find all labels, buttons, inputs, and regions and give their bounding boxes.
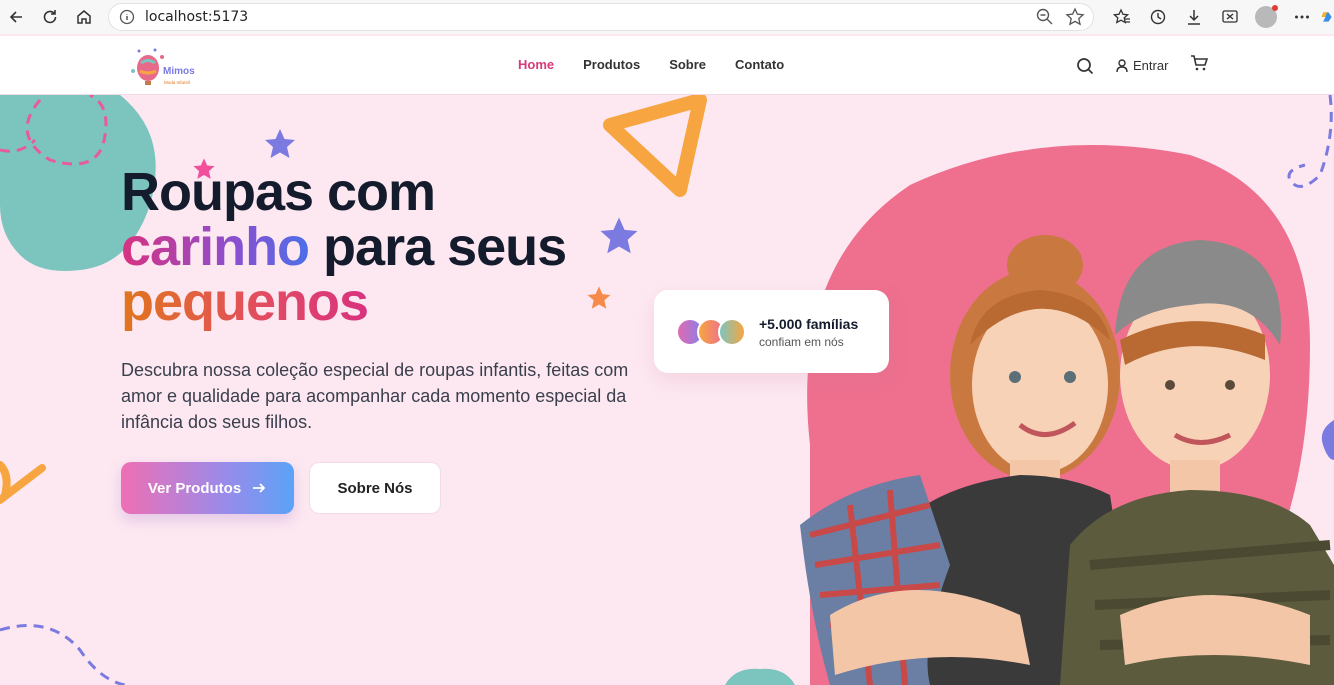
ver-produtos-button[interactable]: Ver Produtos — [121, 462, 294, 514]
dashed-swirl-decoration — [0, 624, 126, 685]
back-arrow-icon[interactable] — [0, 1, 32, 33]
user-icon — [1116, 58, 1128, 72]
url-text: localhost:5173 — [145, 9, 249, 25]
cart-icon — [1191, 55, 1209, 71]
star-icon — [600, 217, 638, 254]
ver-produtos-label: Ver Produtos — [147, 479, 242, 497]
menu-item-home[interactable]: Home — [518, 57, 554, 72]
arrow-right-icon — [253, 483, 266, 493]
history-icon[interactable] — [1140, 1, 1176, 33]
hero-title-line1: Roupas com — [121, 162, 436, 222]
triangle-decoration — [603, 95, 707, 197]
hero-title-highlight-carinho: carinho — [121, 217, 310, 277]
menu-item-produtos[interactable]: Produtos — [583, 57, 640, 72]
hero-title-line2: para seus — [309, 217, 567, 277]
sobre-nos-button[interactable]: Sobre Nós — [309, 462, 441, 514]
info-icon[interactable] — [119, 9, 135, 25]
cart-button[interactable] — [1190, 54, 1209, 77]
teal-blob-decoration — [725, 668, 795, 685]
brand-logo[interactable]: Mimos Moda Infantil — [128, 46, 208, 88]
hero-title-highlight-pequenos: pequenos — [121, 272, 369, 332]
browser-toolbar: localhost:5173 — [0, 0, 1334, 34]
avatar — [718, 318, 746, 346]
copilot-icon[interactable] — [1320, 1, 1334, 33]
hero-title: Roupas com carinho para seus pequenos — [121, 162, 567, 332]
orange-stroke-decoration — [0, 461, 46, 504]
login-label: Entrar — [1133, 58, 1169, 73]
hero-image-kids — [800, 145, 1334, 685]
menu-item-sobre[interactable]: Sobre — [669, 57, 706, 72]
address-bar[interactable]: localhost:5173 — [108, 3, 1094, 31]
star-icon — [587, 286, 611, 309]
hero-description: Descubra nossa coleção especial de roupa… — [121, 360, 629, 432]
star-icon — [265, 129, 295, 158]
logo-text: Mimos — [163, 66, 195, 77]
screenshot-icon[interactable] — [1212, 1, 1248, 33]
site-header: Mimos Moda Infantil Home Produtos Sobre … — [0, 36, 1334, 95]
main-menu: Home Produtos Sobre Contato — [518, 57, 784, 72]
favorite-star-icon[interactable] — [1065, 7, 1085, 27]
logo-subtext: Moda Infantil — [164, 80, 190, 85]
families-badge: +5.000 famílias confiam em nós — [654, 290, 889, 373]
home-icon[interactable] — [68, 1, 100, 33]
menu-item-contato[interactable]: Contato — [735, 57, 784, 72]
header-actions: Entrar — [1076, 54, 1209, 77]
sobre-nos-label: Sobre Nós — [337, 479, 413, 497]
profile-avatar-icon[interactable] — [1248, 1, 1284, 33]
hero-section: Roupas com carinho para seus pequenos De… — [0, 95, 1334, 685]
login-button[interactable]: Entrar — [1116, 58, 1168, 73]
download-icon[interactable] — [1176, 1, 1212, 33]
search-icon[interactable] — [1076, 57, 1094, 75]
zoom-out-icon[interactable] — [1035, 7, 1055, 27]
reload-icon[interactable] — [34, 1, 66, 33]
badge-subtitle: confiam em nós — [759, 335, 844, 349]
more-options-icon[interactable] — [1284, 1, 1320, 33]
badge-title: +5.000 famílias — [759, 316, 859, 332]
favorites-icon[interactable] — [1104, 1, 1140, 33]
